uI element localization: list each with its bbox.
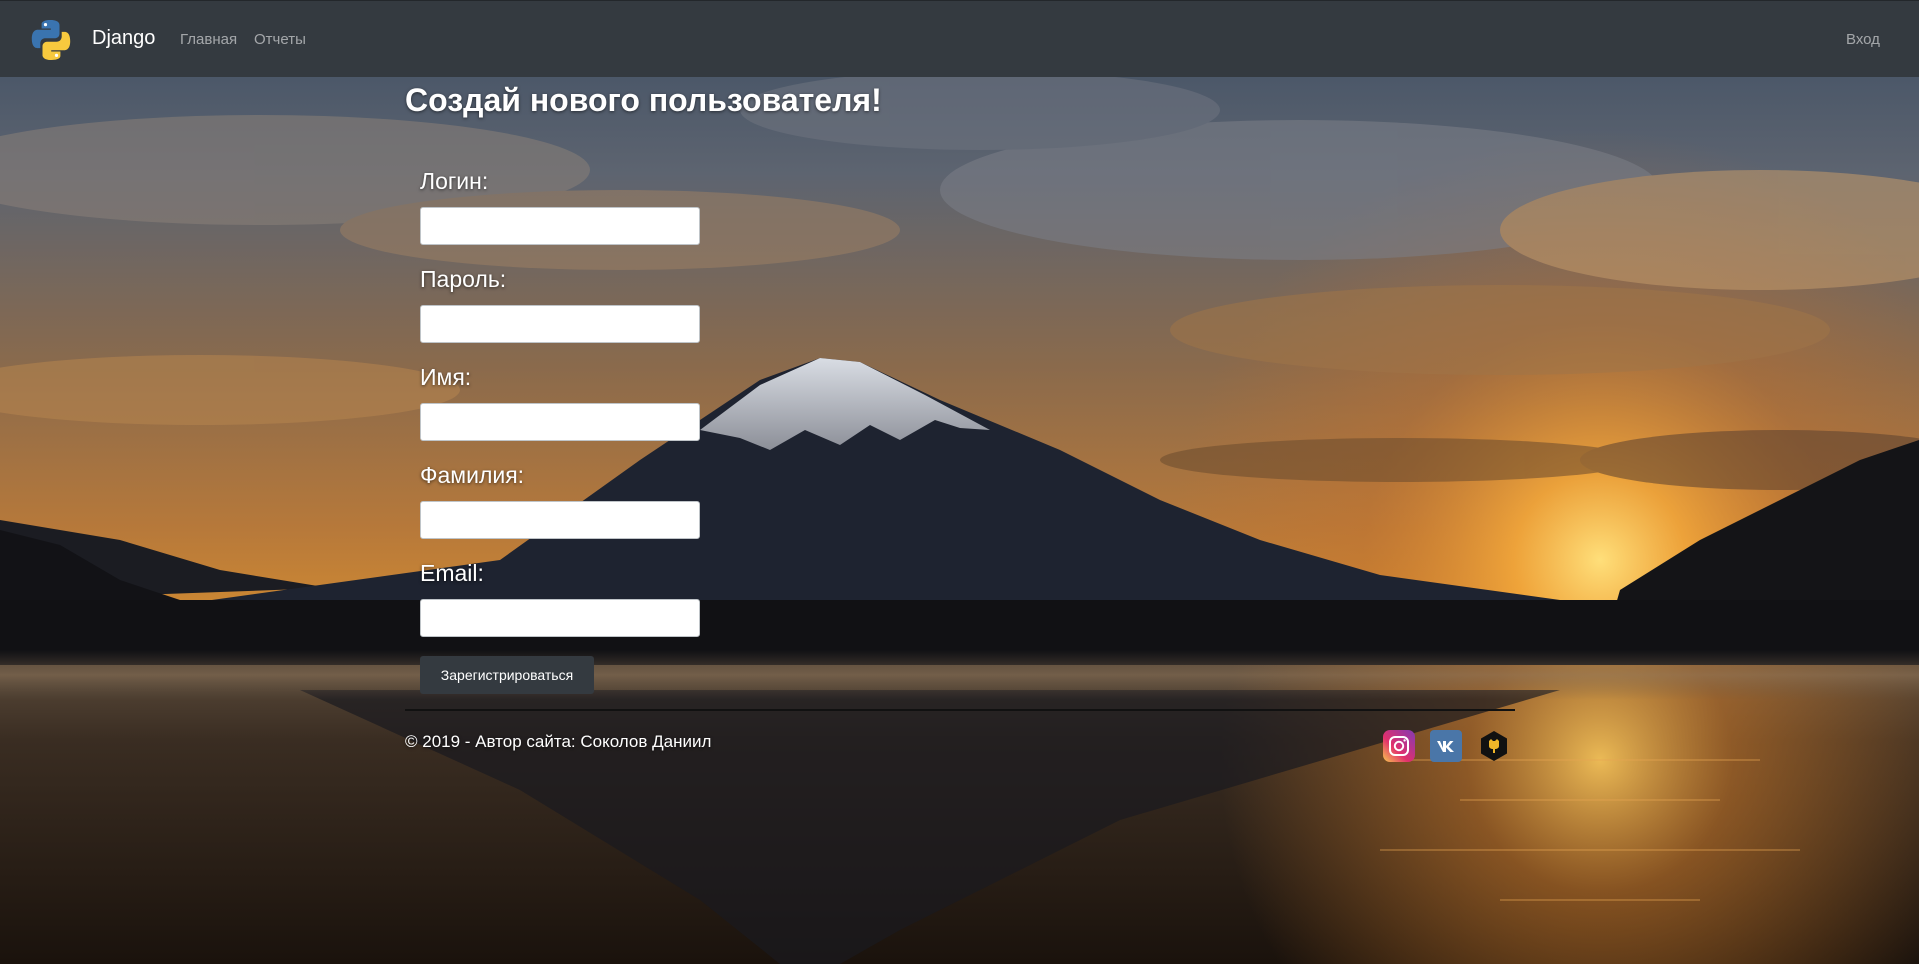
login-input[interactable] <box>420 207 700 245</box>
nav-link-home[interactable]: Главная <box>180 31 237 48</box>
github-icon[interactable] <box>1478 730 1510 762</box>
nav-link-login[interactable]: Вход <box>1846 31 1880 48</box>
vk-icon[interactable] <box>1430 730 1462 762</box>
password-input[interactable] <box>420 305 700 343</box>
instagram-icon[interactable] <box>1383 730 1415 762</box>
page-title: Создай нового пользователя! <box>405 82 882 118</box>
first-name-label: Имя: <box>420 364 472 390</box>
password-label: Пароль: <box>420 266 507 292</box>
top-navbar: Django Главная Отчеты Вход <box>0 0 1919 77</box>
python-logo-icon[interactable] <box>29 18 73 62</box>
last-name-input[interactable] <box>420 501 700 539</box>
brand-link[interactable]: Django <box>92 27 155 50</box>
main-content: Создай нового пользователя! Логин: Парол… <box>0 0 1919 964</box>
email-label: Email: <box>420 560 484 586</box>
copyright-text: © 2019 - Автор сайта: Соколов Даниил <box>405 732 712 751</box>
last-name-label: Фамилия: <box>420 462 525 488</box>
first-name-input[interactable] <box>420 403 700 441</box>
email-input[interactable] <box>420 599 700 637</box>
nav-link-reports[interactable]: Отчеты <box>254 31 306 48</box>
login-label: Логин: <box>420 168 489 194</box>
footer-divider <box>405 709 1515 711</box>
register-button[interactable]: Зарегистрироваться <box>420 656 594 694</box>
